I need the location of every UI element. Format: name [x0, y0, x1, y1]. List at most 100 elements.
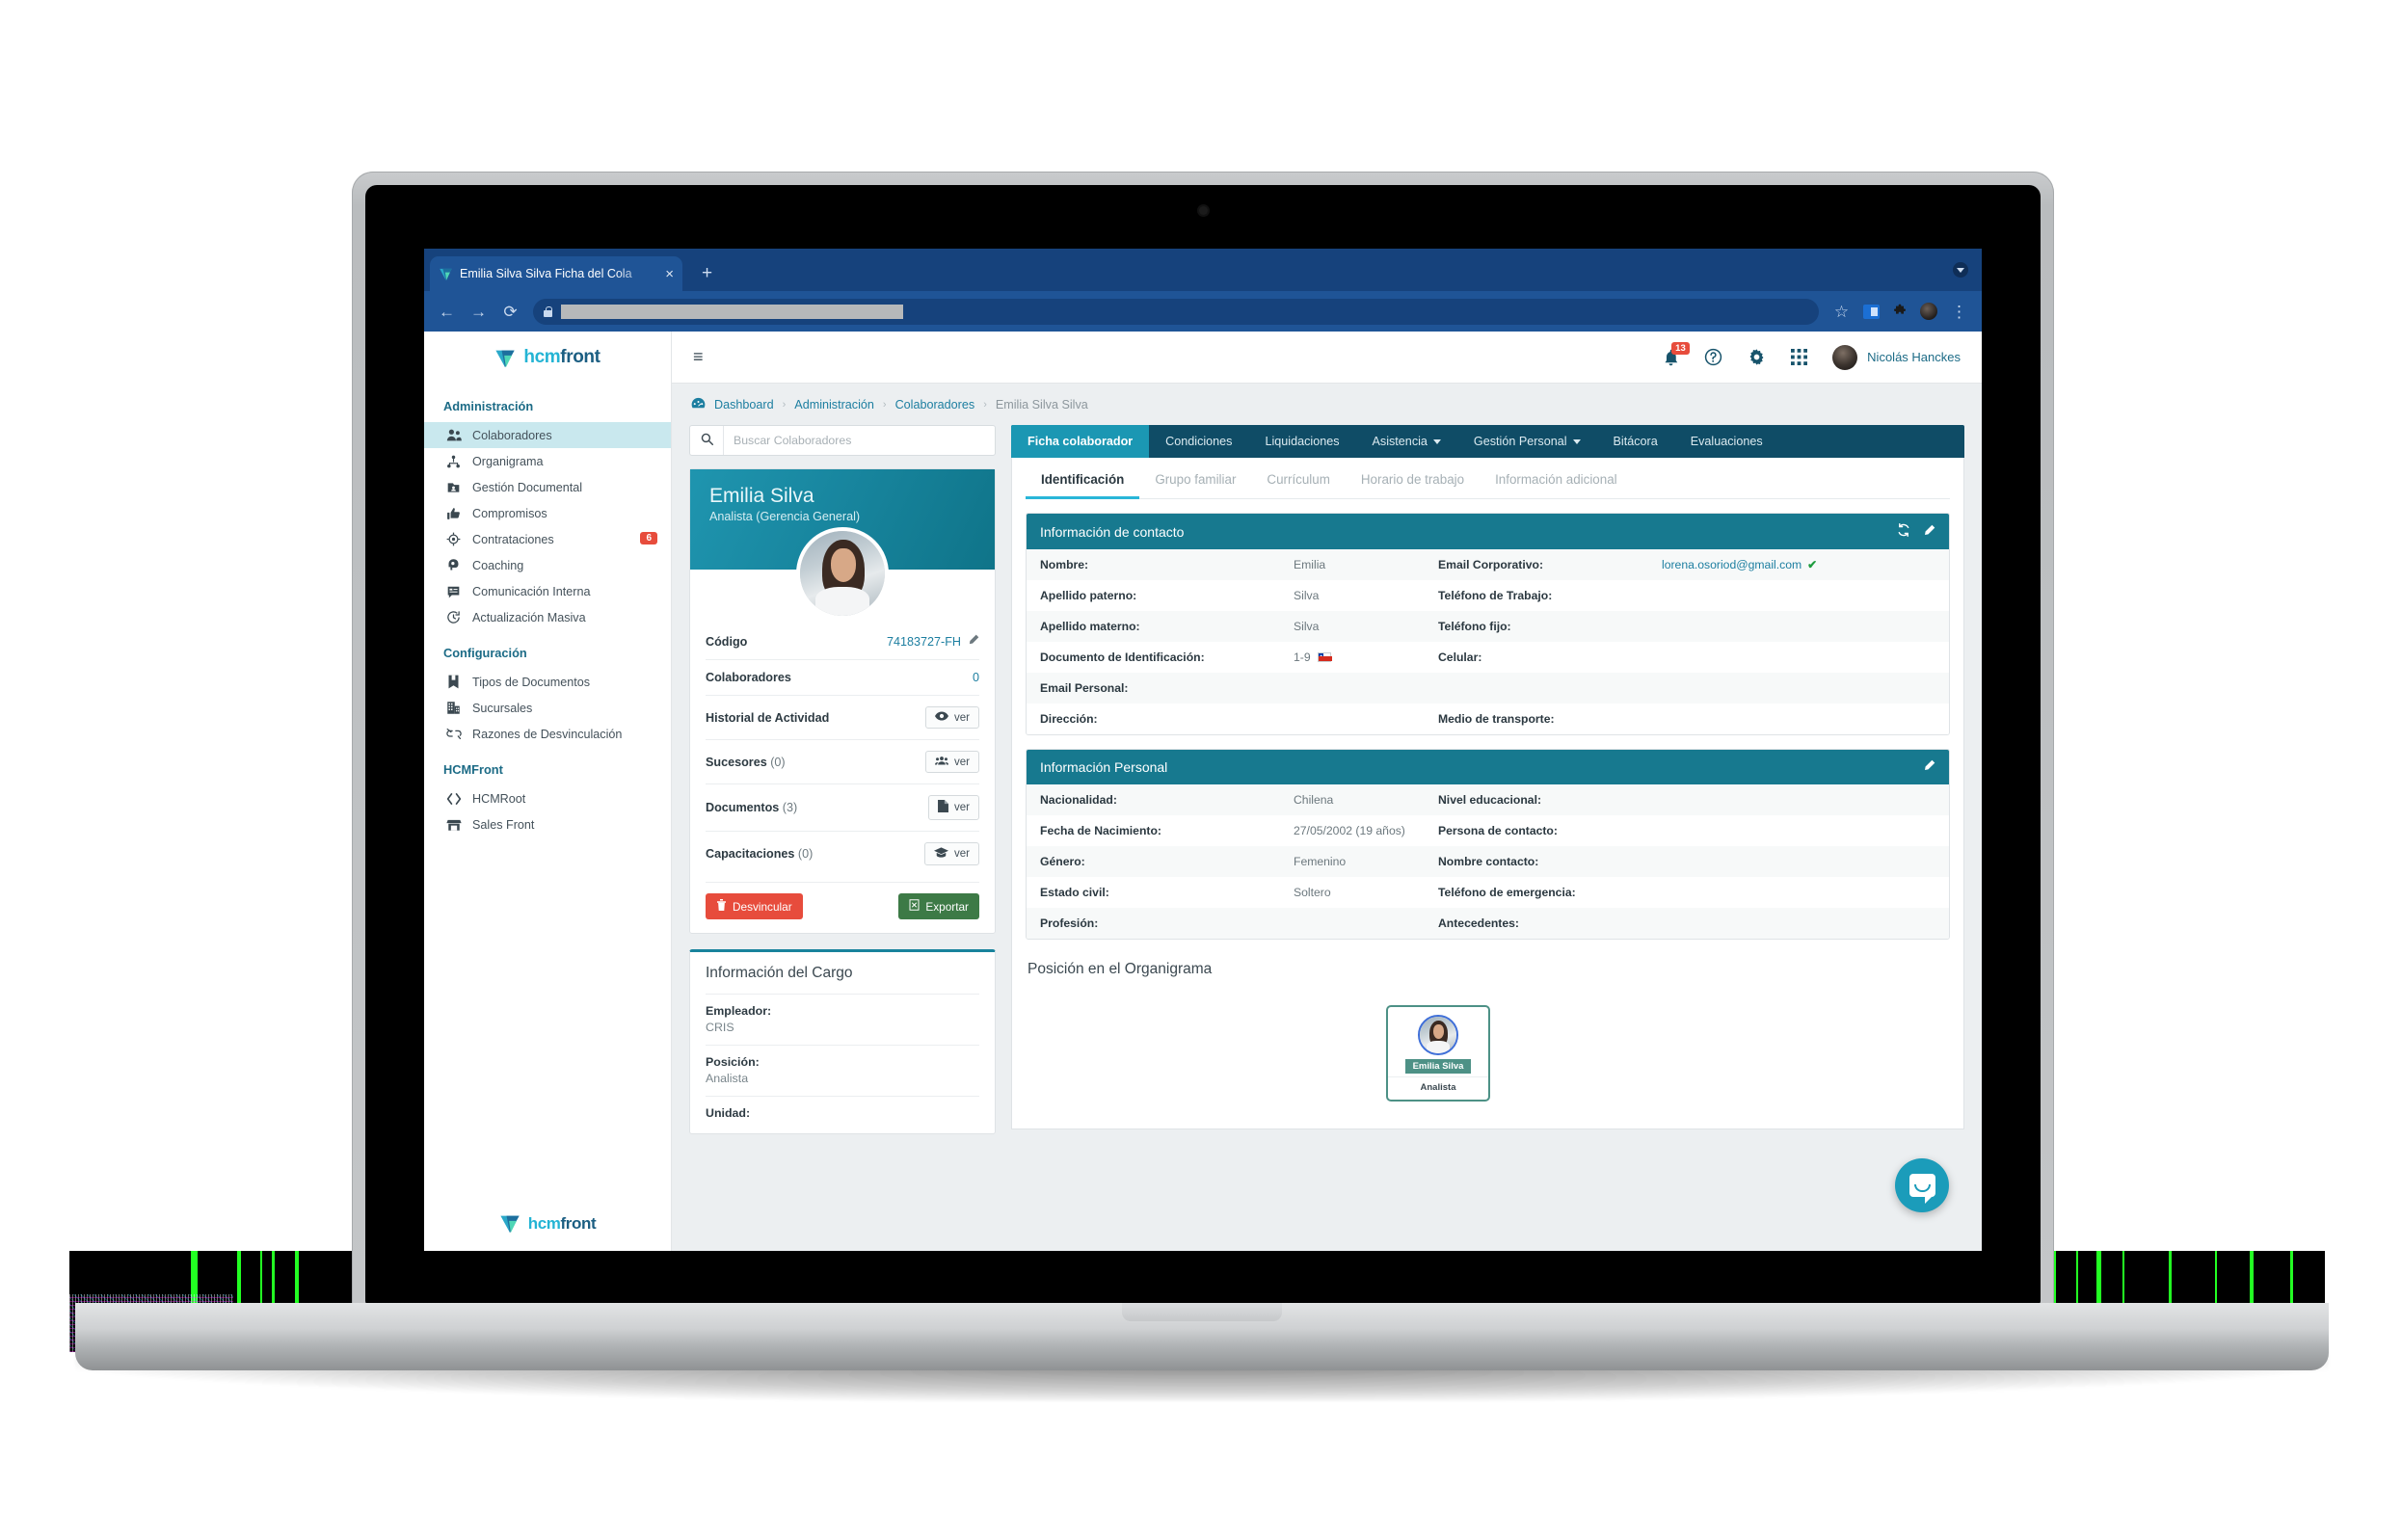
breadcrumb-item-administracion[interactable]: Administración: [794, 398, 874, 412]
edit-pencil-icon[interactable]: [1923, 524, 1935, 540]
search-input[interactable]: [723, 426, 995, 455]
sidebar-item-contrataciones[interactable]: Contrataciones 6: [424, 526, 671, 552]
window-controls-icon[interactable]: [1953, 262, 1968, 278]
forward-icon[interactable]: →: [469, 304, 488, 320]
ver-label: ver: [954, 848, 970, 860]
extension-icon-1[interactable]: [1863, 304, 1880, 319]
tab-condiciones[interactable]: Condiciones: [1149, 425, 1248, 458]
profile-row-label: Código: [706, 634, 748, 649]
sidebar-footer-logo: hcmfront: [424, 1213, 671, 1234]
webcam-icon: [1199, 206, 1208, 215]
subtab-grupo-familiar[interactable]: Grupo familiar: [1139, 458, 1251, 498]
sidebar-item-sales-front[interactable]: Sales Front: [424, 811, 671, 837]
personal-section-actions: [1923, 759, 1935, 775]
field-value: [1648, 704, 1949, 734]
profile-actions: Desvincular Exportar: [706, 882, 979, 933]
subtab-curriculum[interactable]: Currículum: [1251, 458, 1345, 498]
sidebar-item-razones-de-desvinculacion[interactable]: Razones de Desvinculación: [424, 721, 671, 747]
sidebar-item-tipos-de-documentos[interactable]: Tipos de Documentos: [424, 669, 671, 695]
ver-historial-button[interactable]: ver: [925, 706, 979, 729]
sidebar-item-hcmroot[interactable]: HCMRoot: [424, 785, 671, 811]
sidebar-item-organigrama[interactable]: Organigrama: [424, 448, 671, 474]
desvincular-label: Desvincular: [733, 899, 792, 914]
sync-icon[interactable]: [1897, 523, 1910, 540]
exportar-button[interactable]: Exportar: [898, 893, 979, 919]
sidebar-brand-logo[interactable]: hcmfront: [424, 332, 671, 384]
tab-gestion-personal[interactable]: Gestión Personal: [1457, 425, 1597, 458]
breadcrumb-item-dashboard[interactable]: Dashboard: [714, 398, 774, 412]
cargo-row-label: Posición:: [706, 1055, 760, 1069]
browser-tab[interactable]: Emilia Silva Silva Ficha del Cola ×: [430, 256, 682, 291]
sidebar-item-gestion-documental[interactable]: Gestión Documental: [424, 474, 671, 500]
apps-grid-icon[interactable]: [1791, 349, 1808, 365]
sidebar-item-compromisos[interactable]: Compromisos: [424, 500, 671, 526]
profile-row-value: 74183727-FH: [887, 634, 979, 649]
ver-sucesores-button[interactable]: ver: [925, 751, 979, 773]
head-idea-icon: [445, 558, 462, 572]
cargo-row-value: CRIS: [706, 1021, 734, 1034]
tab-bitacora[interactable]: Bitácora: [1597, 425, 1674, 458]
address-bar[interactable]: [533, 298, 1819, 325]
sidebar-item-label: Gestión Documental: [472, 480, 583, 494]
search-collaborators[interactable]: [689, 425, 996, 456]
field-label: Apellido paterno:: [1040, 589, 1137, 602]
table-row: Apellido paterno: Silva Teléfono de Trab…: [1027, 580, 1949, 611]
brand-text-b: front: [560, 347, 600, 367]
field-label: Estado civil:: [1040, 886, 1109, 899]
field-value: Silva: [1294, 620, 1320, 633]
table-row: Nacionalidad: Chilena Nivel educacional:: [1027, 784, 1949, 815]
sidebar-item-sucursales[interactable]: Sucursales: [424, 695, 671, 721]
sidebar-item-colaboradores[interactable]: Colaboradores: [424, 422, 671, 448]
chat-widget-button[interactable]: [1895, 1158, 1949, 1212]
desvincular-button[interactable]: Desvincular: [706, 893, 803, 919]
tab-liquidaciones[interactable]: Liquidaciones: [1248, 425, 1355, 458]
personal-section-header: Información Personal: [1027, 750, 1949, 784]
profile-row-codigo: Código 74183727-FH: [706, 624, 979, 659]
chrome-profile-avatar[interactable]: [1920, 303, 1937, 320]
field-label: Celular:: [1438, 651, 1482, 664]
field-label: Dirección:: [1040, 712, 1098, 726]
organigram-node-avatar: [1418, 1015, 1458, 1055]
breadcrumb-separator: ›: [983, 399, 987, 411]
field-label: Nivel educacional:: [1438, 793, 1542, 807]
reload-icon[interactable]: ⟳: [501, 304, 520, 320]
gear-icon[interactable]: [1748, 348, 1766, 366]
organigram-node[interactable]: Emilia Silva Analista: [1386, 1005, 1490, 1102]
edit-pencil-icon[interactable]: [1923, 759, 1935, 775]
ver-documentos-button[interactable]: ver: [928, 795, 979, 820]
profile-row-capacitaciones: Capacitaciones (0) ver: [706, 831, 979, 876]
profile-row-label: Documentos (3): [706, 801, 797, 814]
breadcrumb-item-colaboradores[interactable]: Colaboradores: [895, 398, 975, 412]
subtab-horario-de-trabajo[interactable]: Horario de trabajo: [1346, 458, 1480, 498]
sidebar-item-comunicacion-interna[interactable]: Comunicación Interna: [424, 578, 671, 604]
notifications-bell-icon[interactable]: 13: [1663, 341, 1690, 366]
field-value: [1648, 580, 1949, 611]
edit-pencil-icon[interactable]: [968, 634, 979, 649]
profile-card: Emilia Silva Analista (Gerencia General)…: [689, 468, 996, 934]
tab-asistencia[interactable]: Asistencia: [1356, 425, 1457, 458]
chrome-menu-icon[interactable]: ⋮: [1950, 304, 1968, 320]
help-icon[interactable]: [1704, 348, 1722, 366]
extension-puzzle-icon[interactable]: [1892, 304, 1908, 319]
tab-ficha-colaborador[interactable]: Ficha colaborador: [1011, 425, 1150, 458]
bookmark-star-icon[interactable]: ☆: [1832, 304, 1851, 320]
hamburger-menu-icon[interactable]: ≡: [693, 347, 704, 367]
field-label: Documento de Identificación:: [1040, 651, 1205, 664]
contact-section-title: Información de contacto: [1040, 523, 1185, 540]
brand-text-a-footer: hcm: [527, 1213, 561, 1233]
sidebar-item-label: Tipos de Documentos: [472, 675, 591, 689]
sidebar-item-actualizacion-masiva[interactable]: Actualización Masiva: [424, 604, 671, 630]
tab-label: Evaluaciones: [1690, 435, 1763, 448]
new-tab-button[interactable]: +: [702, 264, 712, 282]
ver-capacitaciones-button[interactable]: ver: [924, 842, 979, 865]
user-menu[interactable]: Nicolás Hanckes: [1832, 344, 1961, 370]
subtab-informacion-adicional[interactable]: Información adicional: [1480, 458, 1633, 498]
table-row: Género: Femenino Nombre contacto:: [1027, 846, 1949, 877]
sub-tabs: Identificación Grupo familiar Currículum…: [1026, 458, 1950, 499]
sidebar-item-coaching[interactable]: Coaching: [424, 552, 671, 578]
breadcrumb: Dashboard › Administración › Colaborador…: [672, 384, 1982, 425]
subtab-identificacion[interactable]: Identificación: [1026, 458, 1140, 499]
close-tab-icon[interactable]: ×: [665, 267, 674, 281]
back-icon[interactable]: ←: [438, 304, 456, 320]
tab-evaluaciones[interactable]: Evaluaciones: [1674, 425, 1779, 458]
